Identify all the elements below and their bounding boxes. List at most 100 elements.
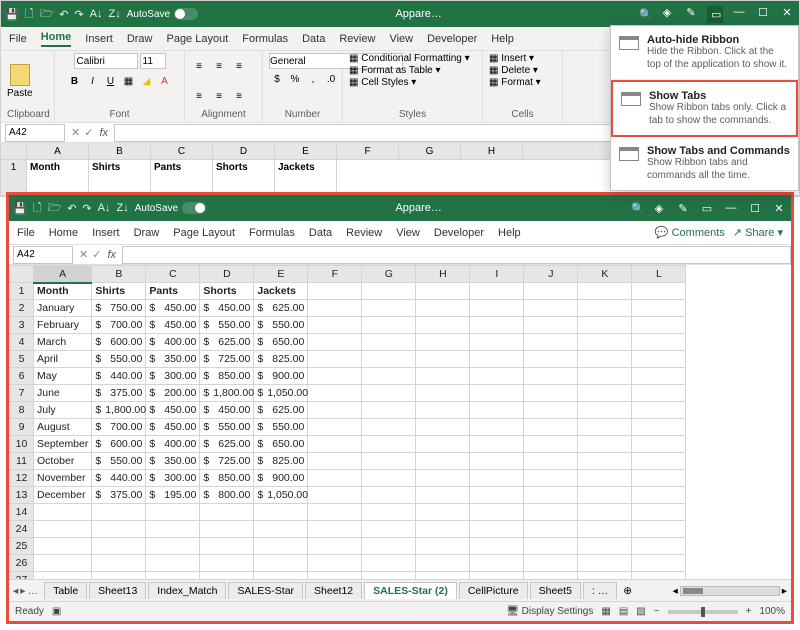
cell[interactable] — [632, 572, 686, 580]
fx-cancel-icon[interactable]: ✕ — [79, 248, 88, 261]
display-settings-button[interactable]: 🖥 Display Settings — [506, 606, 593, 617]
cell[interactable]: 400.00 — [146, 334, 200, 351]
cell[interactable] — [416, 351, 470, 368]
cell[interactable] — [524, 538, 578, 555]
cell[interactable] — [632, 487, 686, 504]
cell[interactable] — [92, 555, 146, 572]
cell[interactable]: 550.00 — [92, 351, 146, 368]
cell[interactable] — [308, 385, 362, 402]
cell[interactable] — [146, 521, 200, 538]
view-normal-icon[interactable]: ▦ — [601, 606, 610, 617]
cell[interactable]: Shirts — [92, 283, 146, 300]
cell[interactable]: 300.00 — [146, 368, 200, 385]
cell[interactable]: October — [34, 453, 92, 470]
maximize-icon[interactable]: ☐ — [747, 202, 763, 215]
tab-view[interactable]: View — [389, 33, 413, 45]
cell[interactable] — [470, 521, 524, 538]
cell[interactable] — [308, 521, 362, 538]
cell[interactable] — [34, 504, 92, 521]
cell[interactable] — [632, 368, 686, 385]
cell[interactable] — [632, 300, 686, 317]
comments-button[interactable]: 💬 Comments — [655, 226, 725, 239]
dec-inc-icon[interactable]: .0 — [323, 71, 339, 87]
cell[interactable] — [524, 555, 578, 572]
cell[interactable] — [254, 555, 308, 572]
cell[interactable] — [578, 453, 632, 470]
cell[interactable] — [524, 385, 578, 402]
cell[interactable] — [362, 572, 416, 580]
row-header[interactable]: 24 — [10, 521, 34, 538]
cell[interactable] — [470, 419, 524, 436]
cell[interactable] — [362, 538, 416, 555]
cell[interactable] — [308, 419, 362, 436]
cell[interactable]: 900.00 — [254, 368, 308, 385]
cell[interactable]: 300.00 — [146, 470, 200, 487]
cell[interactable] — [578, 555, 632, 572]
cell[interactable] — [308, 317, 362, 334]
cell[interactable] — [34, 555, 92, 572]
cell[interactable] — [92, 504, 146, 521]
cell[interactable] — [524, 470, 578, 487]
tab-developer[interactable]: Developer — [427, 33, 477, 45]
row-header[interactable]: 27 — [10, 572, 34, 580]
cell[interactable] — [416, 504, 470, 521]
redo-icon[interactable]: ↷ — [82, 202, 91, 215]
cell[interactable]: 700.00 — [92, 419, 146, 436]
cell[interactable] — [524, 300, 578, 317]
cell[interactable] — [146, 538, 200, 555]
cell[interactable]: January — [34, 300, 92, 317]
ribbon-display-icon[interactable]: ▭ — [707, 6, 723, 23]
cell[interactable] — [34, 521, 92, 538]
tab-nav-prev-icon[interactable]: ▸ — [20, 585, 25, 597]
cell[interactable]: 1,800.00 — [200, 385, 254, 402]
save-icon[interactable]: 💾 — [5, 8, 19, 21]
cell[interactable] — [200, 555, 254, 572]
cell[interactable]: 900.00 — [254, 470, 308, 487]
cell[interactable]: Pants — [146, 283, 200, 300]
cell[interactable] — [578, 385, 632, 402]
sheet-tab[interactable]: CellPicture — [459, 582, 528, 599]
cell[interactable] — [632, 436, 686, 453]
row-header[interactable]: 25 — [10, 538, 34, 555]
font-color-button[interactable]: A — [157, 73, 173, 89]
tab-data[interactable]: Data — [309, 227, 332, 239]
cell[interactable]: 450.00 — [146, 317, 200, 334]
redo-icon[interactable]: ↷ — [74, 8, 83, 21]
cell[interactable] — [416, 538, 470, 555]
cell[interactable]: 375.00 — [92, 385, 146, 402]
cell[interactable] — [524, 334, 578, 351]
row-header[interactable]: 14 — [10, 504, 34, 521]
cell[interactable] — [416, 436, 470, 453]
format-table-button[interactable]: ▦ Format as Table ▾ — [349, 65, 441, 76]
row-header[interactable]: 2 — [10, 300, 34, 317]
share-button[interactable]: ↗ Share ▾ — [733, 226, 783, 239]
cond-format-button[interactable]: ▦ Conditional Formatting ▾ — [349, 53, 470, 64]
font-size-input[interactable] — [140, 53, 166, 69]
cell[interactable]: 825.00 — [254, 351, 308, 368]
cell[interactable]: 450.00 — [200, 300, 254, 317]
cell[interactable] — [632, 283, 686, 300]
cell[interactable] — [254, 521, 308, 538]
cell[interactable] — [92, 572, 146, 580]
cell[interactable]: December — [34, 487, 92, 504]
zoom-level[interactable]: 100% — [759, 606, 785, 617]
percent-icon[interactable]: % — [287, 71, 303, 87]
popup-show-tabs[interactable]: Show TabsShow Ribbon tabs only. Click a … — [611, 80, 798, 137]
minimize-icon[interactable]: — — [731, 6, 747, 23]
cell[interactable]: June — [34, 385, 92, 402]
cell[interactable] — [362, 504, 416, 521]
row-header[interactable]: 1 — [10, 283, 34, 300]
view-page-icon[interactable]: ▤ — [619, 606, 628, 617]
view-break-icon[interactable]: ▧ — [636, 606, 645, 617]
cell[interactable] — [362, 453, 416, 470]
cell[interactable]: 600.00 — [92, 436, 146, 453]
cell[interactable]: 200.00 — [146, 385, 200, 402]
popup-autohide[interactable]: Auto-hide RibbonHide the Ribbon. Click a… — [611, 26, 798, 80]
sheet-grid[interactable]: ABCDEFGHIJKL1MonthShirtsPantsShortsJacke… — [9, 265, 791, 579]
cell[interactable] — [632, 538, 686, 555]
row-header[interactable]: 8 — [10, 402, 34, 419]
cell[interactable]: 550.00 — [254, 419, 308, 436]
cell[interactable]: 725.00 — [200, 453, 254, 470]
tab-home[interactable]: Home — [49, 227, 78, 239]
cell[interactable] — [416, 555, 470, 572]
